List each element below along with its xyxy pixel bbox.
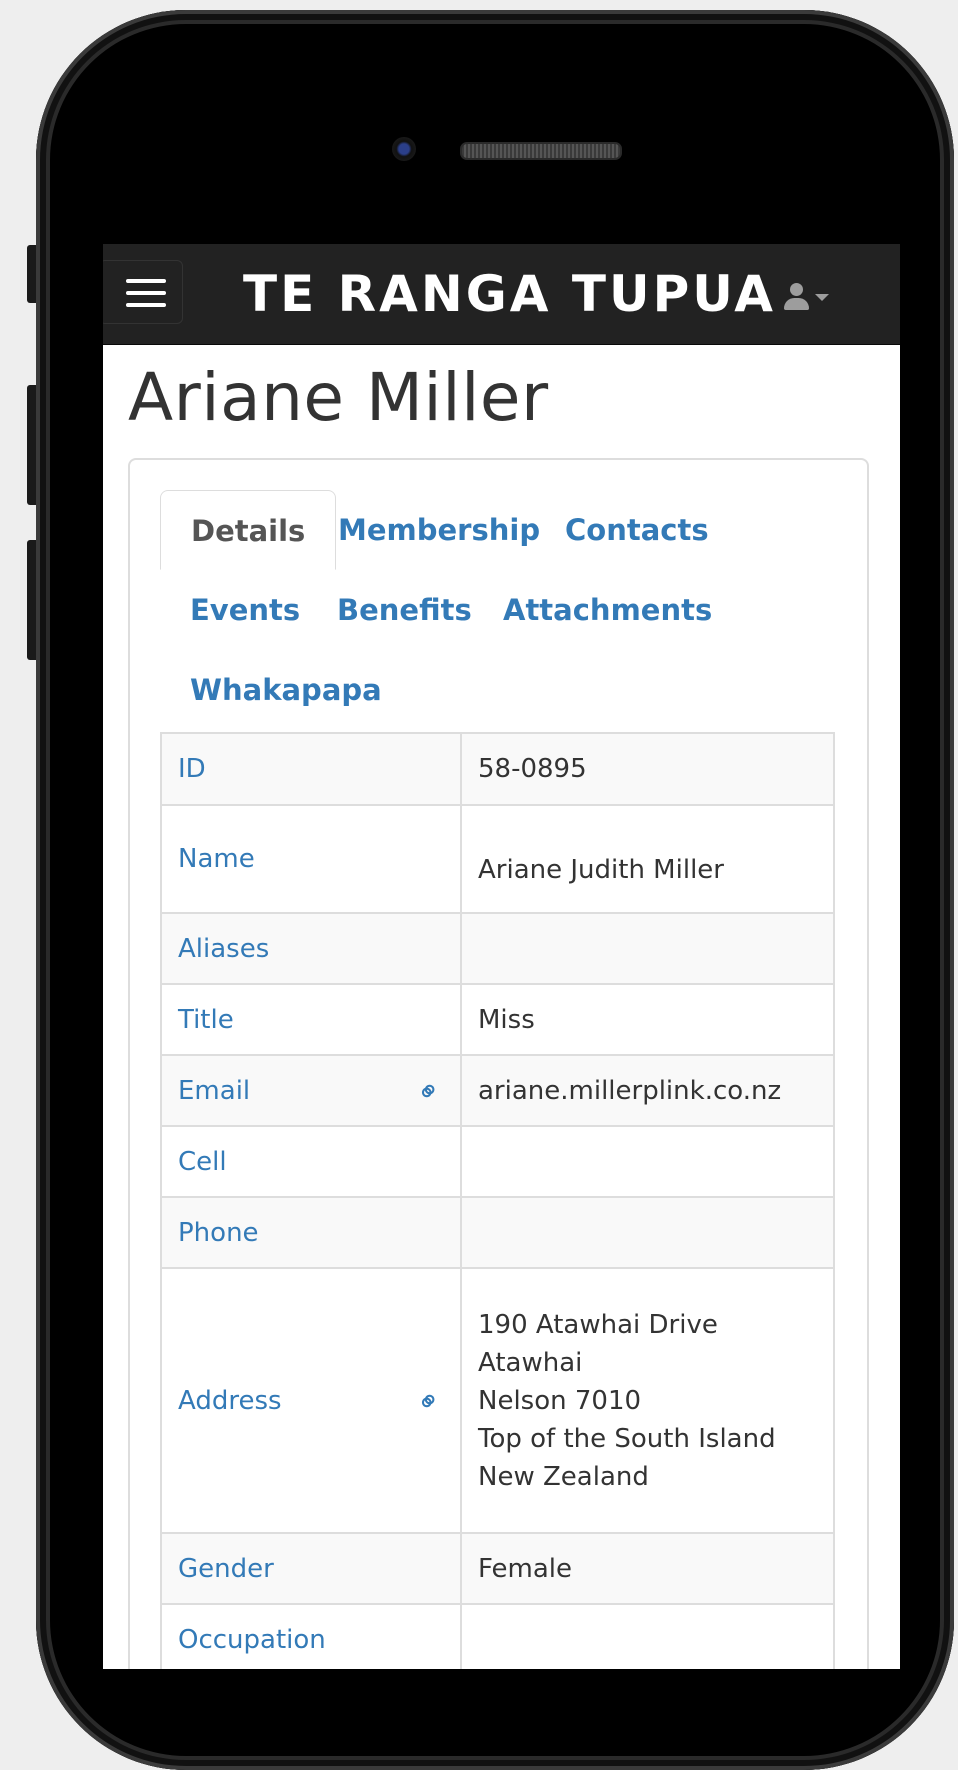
table-row-gender: Gender Female <box>160 1532 835 1605</box>
link-icon[interactable]: ⚭ <box>408 1381 448 1421</box>
address-line: 190 Atawhai Drive <box>478 1309 718 1340</box>
table-row-id: ID 58-0895 <box>160 732 835 806</box>
name-value: Ariane Judith Miller <box>460 804 835 914</box>
row-label: Phone <box>160 1196 462 1269</box>
row-label: Gender <box>160 1532 462 1605</box>
address-line: New Zealand <box>478 1461 649 1492</box>
tab-whakapapa[interactable]: Whakapapa <box>160 650 412 730</box>
row-label: Occupation <box>160 1603 462 1669</box>
caret-down-icon <box>815 293 829 301</box>
table-row-phone: Phone <box>160 1196 835 1269</box>
camera-icon <box>392 137 416 161</box>
tab-events[interactable]: Events <box>160 570 330 650</box>
row-label: Title <box>160 983 462 1056</box>
title-value: Miss <box>460 983 835 1056</box>
row-label: Address ⚭ <box>160 1267 462 1534</box>
tab-attachments[interactable]: Attachments <box>473 570 742 650</box>
gender-value: Female <box>460 1532 835 1605</box>
table-row-cell: Cell <box>160 1125 835 1198</box>
occupation-value <box>460 1603 835 1669</box>
address-line: Atawhai <box>478 1347 583 1378</box>
table-row-name: Name Ariane Judith Miller <box>160 804 835 914</box>
id-value: 58-0895 <box>460 732 835 806</box>
aliases-value <box>460 912 835 985</box>
address-value: 190 Atawhai Drive Atawhai Nelson 7010 To… <box>460 1267 835 1534</box>
page-title: Ariane Miller <box>128 359 549 436</box>
details-panel: Details Membership Contacts Events Benef… <box>128 458 869 1669</box>
row-label: Name <box>160 804 462 914</box>
table-row-aliases: Aliases <box>160 912 835 985</box>
hamburger-icon[interactable] <box>103 260 183 324</box>
phone-screen: TE RANGA TUPUA Ariane Miller Details Mem… <box>103 244 900 1669</box>
cell-value <box>460 1125 835 1198</box>
row-label: ID <box>160 732 462 806</box>
details-table: ID 58-0895 Name Ariane Judith Miller Ali… <box>160 732 835 1669</box>
email-value: ariane.millerplink.co.nz <box>460 1054 835 1127</box>
tab-membership[interactable]: Membership <box>308 490 570 570</box>
table-row-address: Address ⚭ 190 Atawhai Drive Atawhai Nelso… <box>160 1267 835 1534</box>
table-row-title: Title Miss <box>160 983 835 1056</box>
table-row-occupation: Occupation <box>160 1603 835 1669</box>
row-label: Email ⚭ <box>160 1054 462 1127</box>
table-row-email: Email ⚭ ariane.millerplink.co.nz <box>160 1054 835 1127</box>
tab-contacts[interactable]: Contacts <box>535 490 739 570</box>
link-icon[interactable]: ⚭ <box>408 1071 448 1111</box>
brand-logo[interactable]: TE RANGA TUPUA <box>243 264 776 324</box>
row-label: Aliases <box>160 912 462 985</box>
speaker-grille <box>460 142 622 160</box>
user-icon <box>783 283 809 311</box>
user-menu-dropdown[interactable] <box>783 280 829 311</box>
navbar: TE RANGA TUPUA <box>103 244 900 345</box>
phone-value <box>460 1196 835 1269</box>
row-label: Cell <box>160 1125 462 1198</box>
address-line: Top of the South Island <box>478 1423 776 1454</box>
address-line: Nelson 7010 <box>478 1385 642 1416</box>
